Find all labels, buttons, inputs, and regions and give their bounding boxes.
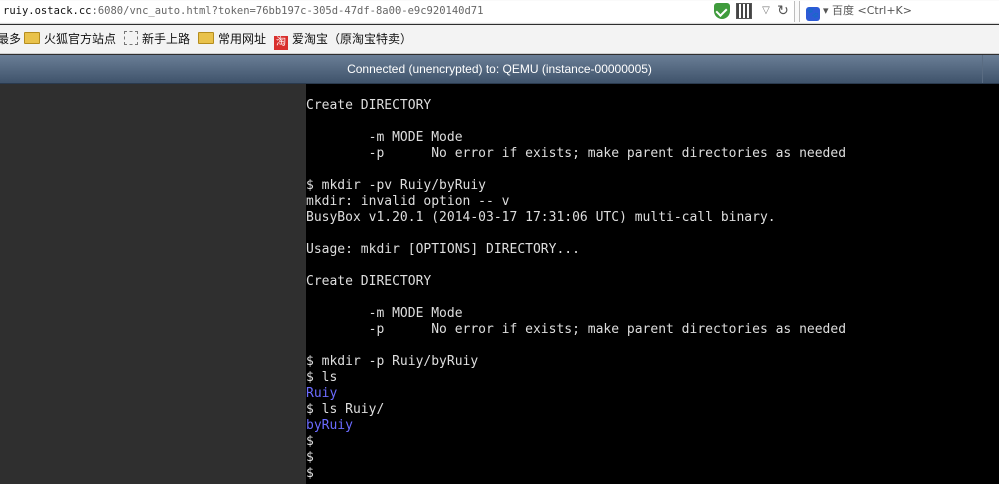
bookmark-label: 新手上路 (142, 32, 191, 46)
terminal-line: $ mkdir -p Ruiy/byRuiy (306, 354, 479, 369)
taobao-icon: 淘 (274, 36, 288, 50)
bookmark-common-sites[interactable]: 常用网址 (198, 25, 266, 54)
terminal-line: $ mkdir -pv Ruiy/byRuiy (306, 178, 487, 193)
terminal-line: $ ls (306, 370, 338, 385)
terminal-line: -m MODE Mode (306, 306, 463, 321)
terminal-line: $ ls Ruiy/ (306, 402, 385, 417)
bookmark-most-visited[interactable]: 最多 (0, 25, 21, 54)
terminal-line: mkdir: invalid option -- v (306, 194, 510, 209)
url-history-dropdown-icon[interactable]: ▽ (758, 3, 774, 19)
bookmark-getting-started[interactable]: 新手上路 (124, 25, 190, 54)
vnc-terminal-canvas[interactable]: Create DIRECTORY -m MODE Mode -p No erro… (306, 84, 999, 484)
statusbar-corner (982, 55, 999, 83)
terminal-line: $ (306, 450, 314, 465)
search-hint: <Ctrl+K> (857, 4, 912, 17)
terminal-line: Usage: mkdir [OPTIONS] DIRECTORY... (306, 242, 580, 257)
folder-icon (24, 32, 40, 44)
url-path: :6080/vnc_auto.html?token=76bb197c-305d-… (91, 5, 484, 17)
url-host: ruiy.ostack.cc (3, 5, 92, 17)
terminal-dir-entry: byRuiy (306, 418, 353, 433)
baidu-paw-icon[interactable]: 🐾 (806, 7, 820, 21)
search-box[interactable]: 🐾 ▾ 百度 <Ctrl+K> (799, 1, 999, 22)
bookmark-label: 常用网址 (218, 32, 267, 46)
url-field[interactable]: ruiy.ostack.cc:6080/vnc_auto.html?token=… (0, 1, 795, 22)
vnc-status-text: Connected (unencrypted) to: QEMU (instan… (347, 62, 652, 76)
bookmark-label: 最多 (0, 32, 22, 46)
folder-icon (198, 32, 214, 44)
bookmark-label: 爱淘宝（原淘宝特卖） (292, 32, 413, 46)
bookmark-ai-taobao[interactable]: 淘爱淘宝（原淘宝特卖） (274, 25, 412, 54)
bookmarks-bar: 最多 火狐官方站点 新手上路 常用网址 淘爱淘宝（原淘宝特卖） (0, 25, 999, 54)
vnc-background (0, 84, 306, 484)
terminal-line: Create DIRECTORY (306, 274, 432, 289)
search-engine-dropdown-icon[interactable]: ▾ (823, 4, 832, 17)
vnc-status-bar: Connected (unencrypted) to: QEMU (instan… (0, 55, 999, 84)
qr-code-icon[interactable] (736, 3, 752, 19)
terminal-line: -p No error if exists; make parent direc… (306, 322, 847, 337)
security-shield-icon[interactable] (714, 3, 730, 19)
refresh-icon[interactable]: ↻ (775, 3, 791, 19)
terminal-line: $ (306, 434, 314, 449)
bookmark-label: 火狐官方站点 (44, 32, 117, 46)
browser-toolbar: ruiy.ostack.cc:6080/vnc_auto.html?token=… (0, 0, 999, 24)
terminal-line: $ (306, 466, 314, 481)
dashed-page-icon (124, 31, 138, 45)
terminal-line: BusyBox v1.20.1 (2014-03-17 17:31:06 UTC… (306, 210, 776, 225)
bookmark-firefox-official[interactable]: 火狐官方站点 (24, 25, 116, 54)
terminal-line: Create DIRECTORY (306, 98, 432, 113)
terminal-dir-entry: Ruiy (306, 386, 338, 401)
search-engine-name: 百度 (832, 4, 855, 17)
terminal-line: -m MODE Mode (306, 130, 463, 145)
terminal-line: -p No error if exists; make parent direc… (306, 146, 847, 161)
